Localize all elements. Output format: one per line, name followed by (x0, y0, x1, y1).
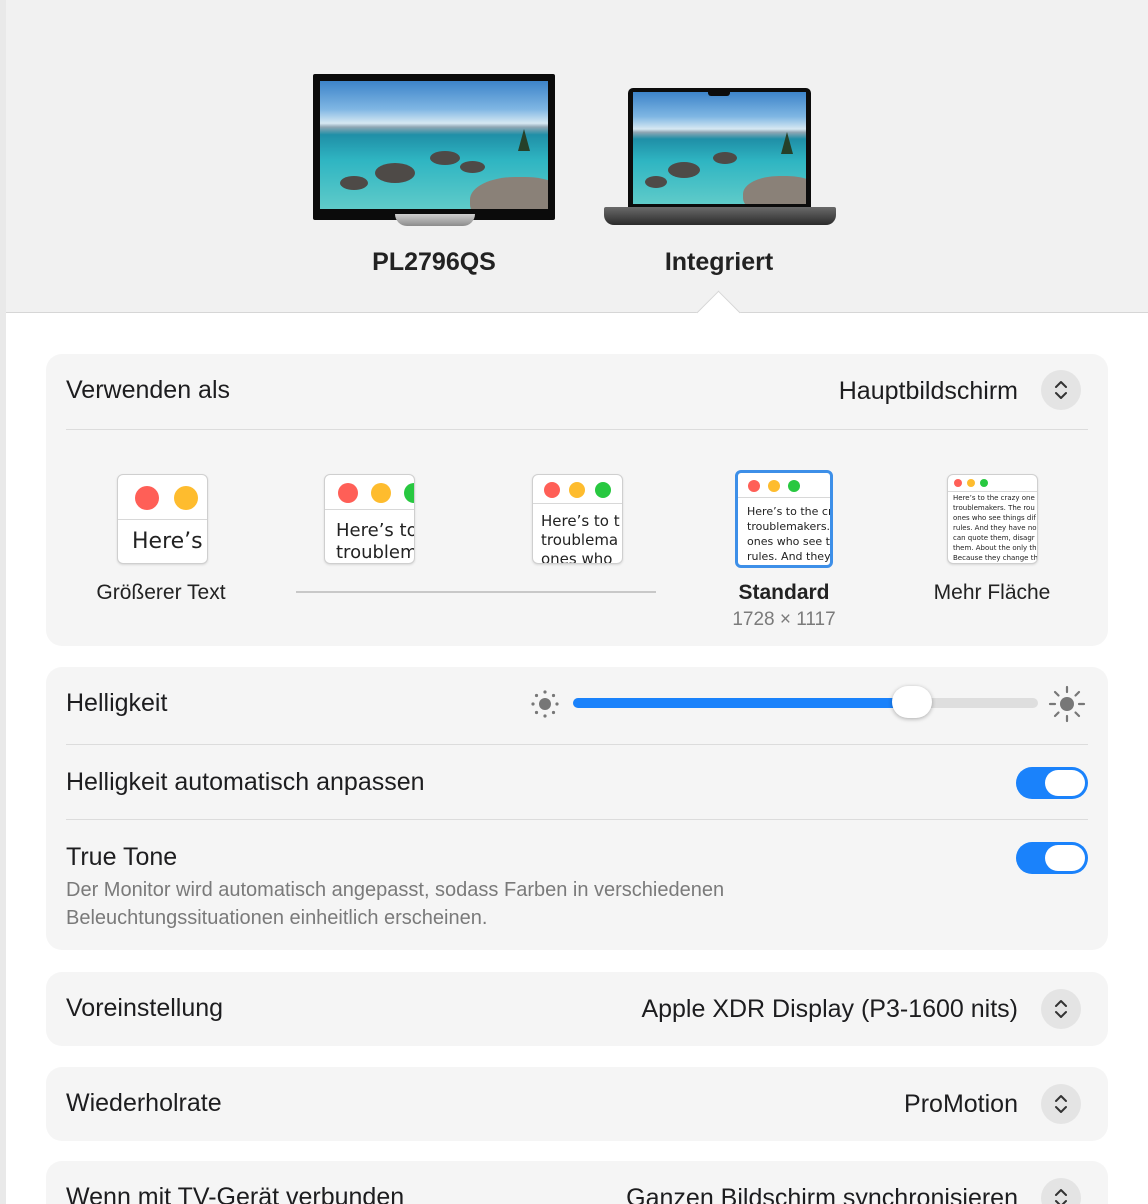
laptop-base (604, 207, 836, 225)
refresh-rate-value[interactable]: ProMotion (904, 1090, 1018, 1119)
preset-card: Voreinstellung Apple XDR Display (P3-160… (46, 972, 1108, 1046)
preset-label: Voreinstellung (66, 994, 224, 1022)
auto-brightness-label: Helligkeit automatisch anpassen (66, 768, 425, 796)
refresh-rate-stepper[interactable] (1041, 1084, 1081, 1124)
auto-brightness-toggle[interactable] (1016, 767, 1088, 799)
resolution-option-2[interactable]: Here’s to troublem (324, 474, 415, 564)
brightness-slider-knob[interactable] (892, 686, 933, 718)
monitor-stand (395, 214, 475, 226)
tv-connected-stepper[interactable] (1041, 1178, 1081, 1204)
divider (66, 429, 1088, 430)
resolution-option-more-space[interactable]: Here’s to the crazy one troublemakers. T… (947, 474, 1038, 564)
true-tone-label: True Tone (66, 843, 178, 871)
divider (66, 819, 1088, 820)
tv-connected-label: Wenn mit TV-Gerät verbunden (66, 1183, 405, 1204)
builtin-display-icon[interactable] (628, 88, 811, 207)
brightness-card: Helligkeit Helligkeit automatisch anpass… (46, 667, 1108, 950)
camera-notch (708, 89, 730, 96)
brightness-slider-fill (573, 698, 913, 708)
resolution-option-larger-text[interactable]: Here’s (117, 474, 208, 564)
resolution-preview-text: Here’s (132, 529, 203, 554)
wallpaper-preview (633, 92, 806, 204)
display-name-builtin[interactable]: Integriert (599, 248, 839, 277)
chevron-up-down-icon (1055, 1189, 1067, 1204)
use-as-value[interactable]: Hauptbildschirm (839, 377, 1018, 406)
preset-value[interactable]: Apple XDR Display (P3-1600 nits) (641, 995, 1018, 1024)
resolution-dimensions: 1728 × 1117 (732, 609, 836, 630)
chevron-up-down-icon (1055, 1095, 1067, 1113)
resolution-scale-track (296, 591, 656, 593)
resolution-preview-text: Here’s to the cr troublemakers. ones who… (747, 505, 833, 563)
wallpaper-preview (320, 81, 548, 209)
resolution-preview-text: Here’s to troublem (336, 520, 415, 563)
external-monitor-icon[interactable] (313, 74, 555, 220)
resolution-option-3[interactable]: Here’s to t troublema ones who (532, 474, 623, 564)
refresh-rate-card: Wiederholrate ProMotion (46, 1067, 1108, 1141)
use-as-stepper[interactable] (1041, 370, 1081, 410)
display-name-external[interactable]: PL2796QS (314, 248, 554, 277)
true-tone-description-line2: Beleuchtungssituationen einheitlich ersc… (66, 907, 488, 929)
brightness-slider[interactable] (573, 698, 1038, 708)
resolution-label-more-space: Mehr Fläche (933, 581, 1051, 604)
true-tone-description-line1: Der Monitor wird automatisch angepasst, … (66, 879, 725, 901)
resolution-preview-text: Here’s to the crazy one troublemakers. T… (953, 494, 1038, 562)
chevron-up-down-icon (1055, 1000, 1067, 1018)
resolution-label-larger-text: Größerer Text (96, 581, 226, 604)
refresh-rate-label: Wiederholrate (66, 1089, 222, 1117)
tv-connected-card: Wenn mit TV-Gerät verbunden Ganzen Bilds… (46, 1161, 1108, 1204)
tv-connected-value[interactable]: Ganzen Bildschirm synchronisieren (626, 1184, 1018, 1204)
chevron-up-down-icon (1055, 381, 1067, 399)
brightness-label: Helligkeit (66, 689, 168, 717)
resolution-preview-text: Here’s to t troublema ones who (541, 512, 620, 564)
resolution-option-standard[interactable]: Here’s to the cr troublemakers. ones who… (735, 470, 833, 568)
resolution-label-standard: Standard (738, 581, 830, 604)
brightness-low-icon (531, 690, 559, 718)
divider (66, 744, 1088, 745)
preset-stepper[interactable] (1041, 989, 1081, 1029)
brightness-high-icon (1048, 685, 1086, 723)
display-arrangement-area (6, 0, 1148, 313)
true-tone-toggle[interactable] (1016, 842, 1088, 874)
use-as-label: Verwenden als (66, 376, 231, 404)
